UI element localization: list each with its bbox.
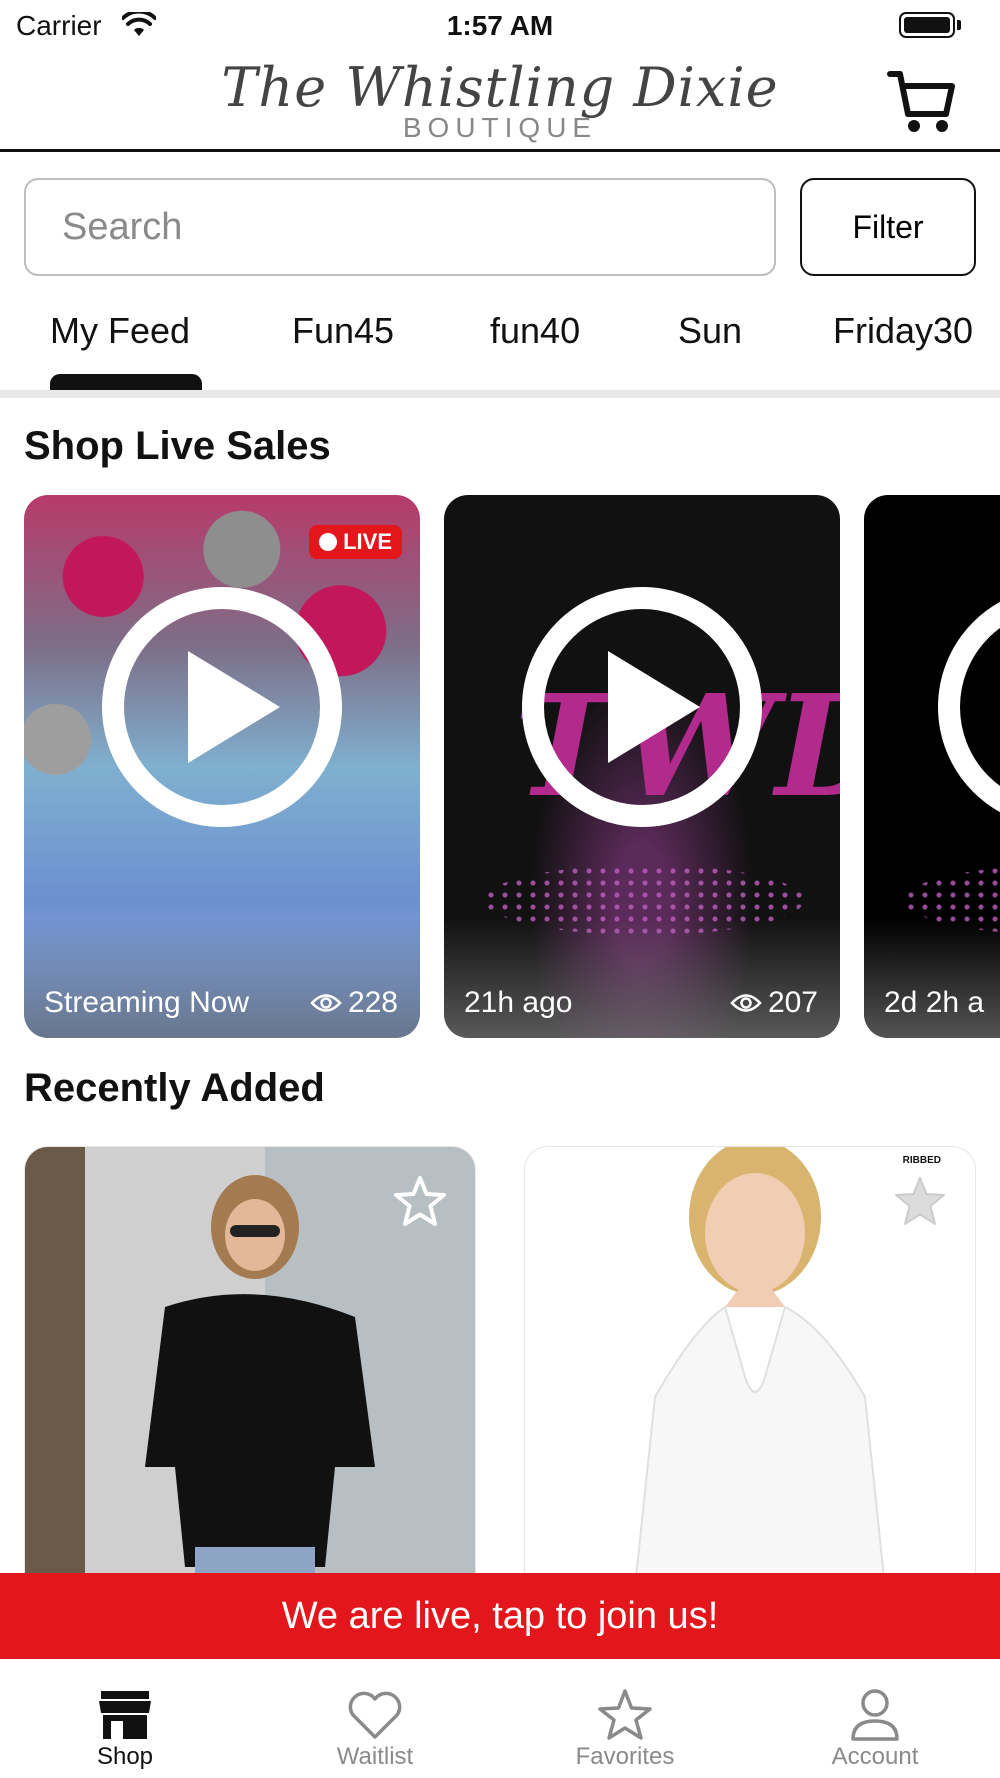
tab-fun45[interactable]: Fun45 — [292, 310, 394, 352]
product-card[interactable] — [24, 1146, 476, 1576]
storefront-icon — [99, 1691, 151, 1739]
tab-bar-label: Account — [831, 1743, 919, 1770]
play-icon — [608, 651, 700, 763]
play-button[interactable] — [102, 587, 342, 827]
live-badge-label: LIVE — [343, 529, 392, 554]
stream-time-ago: 2d 2h a — [884, 986, 985, 1019]
tab-bar-account[interactable]: Account — [750, 1659, 1000, 1778]
tab-bar-waitlist[interactable]: Waitlist — [250, 1659, 500, 1778]
boutique-logo[interactable]: The Whistling Dixie BOUTIQUE — [200, 56, 800, 146]
play-icon — [188, 651, 280, 763]
live-sales-title: Shop Live Sales — [24, 424, 331, 468]
stream-time-ago: 21h ago — [464, 986, 573, 1019]
tab-bar-label: Shop — [96, 1743, 154, 1770]
tab-bar-shop[interactable]: Shop — [0, 1659, 250, 1778]
tab-bar-favorites[interactable]: Favorites — [500, 1659, 750, 1778]
live-sale-card[interactable]: 2d 2h a — [864, 495, 1000, 1038]
filter-button[interactable]: Filter — [800, 178, 976, 276]
status-time: 1:57 AM — [446, 10, 554, 41]
view-count: 207 — [730, 986, 818, 1020]
logo-script-text: The Whistling Dixie — [221, 56, 779, 119]
stream-status: Streaming Now — [44, 986, 250, 1019]
card-shade — [864, 918, 1000, 1038]
eye-icon — [730, 994, 762, 1012]
shopping-cart-icon[interactable] — [886, 66, 958, 136]
play-button[interactable] — [522, 587, 762, 827]
tab-friday30[interactable]: Friday30 — [833, 310, 973, 352]
status-bar: Carrier 1:57 AM — [0, 0, 1000, 50]
tab-bar-label: Favorites — [575, 1743, 675, 1770]
view-count-value: 207 — [767, 986, 818, 1019]
favorite-star-icon[interactable] — [393, 1175, 447, 1227]
tab-my-feed[interactable]: My Feed — [50, 310, 190, 352]
recently-added-title: Recently Added — [24, 1066, 325, 1110]
star-icon — [598, 1689, 652, 1740]
bottom-tab-bar: Shop Waitlist Favorites Account — [0, 1659, 1000, 1778]
play-button[interactable] — [938, 587, 1000, 827]
favorite-star-icon[interactable] — [893, 1175, 947, 1227]
card-shade — [24, 918, 420, 1038]
search-box[interactable] — [24, 178, 776, 276]
live-dot-icon — [319, 533, 338, 551]
product-photo — [635, 1147, 885, 1576]
app-header: The Whistling Dixie BOUTIQUE — [0, 50, 1000, 152]
tab-fun40[interactable]: fun40 — [490, 310, 580, 352]
live-badge: LIVE — [309, 525, 402, 559]
view-count-value: 228 — [347, 986, 398, 1019]
person-icon — [851, 1689, 899, 1741]
battery-icon — [899, 12, 955, 38]
view-count: 228 — [310, 986, 398, 1020]
live-sale-card[interactable]: TWD 21h ago 207 — [444, 495, 840, 1038]
join-live-banner[interactable]: We are live, tap to join us! — [0, 1573, 1000, 1659]
tabs-divider — [0, 390, 1000, 398]
battery-tip — [957, 20, 961, 30]
search-input[interactable] — [62, 205, 738, 249]
heart-icon — [348, 1691, 402, 1739]
eye-icon — [310, 994, 342, 1012]
product-card[interactable]: RIBBED — [524, 1146, 976, 1576]
live-sales-carousel[interactable]: LIVE Streaming Now 228 TWD 21h ago 207 — [0, 495, 1000, 1040]
logo-subtitle: BOUTIQUE — [402, 112, 598, 143]
feed-tabs: My Feed Fun45 fun40 Sun Friday30 — [0, 300, 1000, 392]
tab-bar-label: Waitlist — [336, 1743, 414, 1770]
recently-added-grid: RIBBED — [0, 1146, 1000, 1576]
product-photo — [145, 1175, 375, 1576]
card-shade — [444, 918, 840, 1038]
live-sale-card[interactable]: LIVE Streaming Now 228 — [24, 495, 420, 1038]
tab-sun[interactable]: Sun — [678, 310, 742, 352]
